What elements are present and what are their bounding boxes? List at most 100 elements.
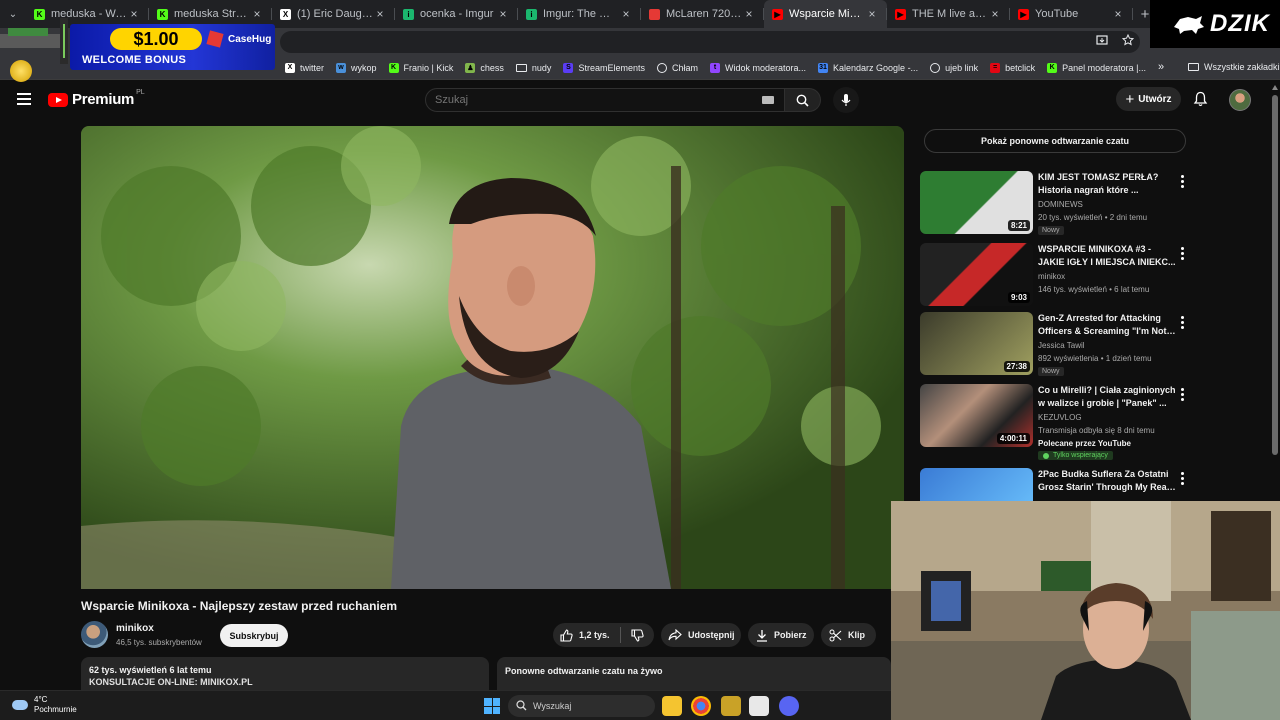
casehug-logo-icon	[206, 30, 224, 48]
recommended-title-line: KIM JEST TOMASZ PERŁA?	[1038, 172, 1159, 182]
more-options-icon[interactable]	[1181, 175, 1184, 188]
like-button[interactable]: 1,2 tys.	[560, 628, 610, 642]
windows-start-icon[interactable]	[484, 698, 500, 714]
recommended-channel[interactable]: minikox	[1038, 272, 1065, 281]
install-app-icon[interactable]	[1096, 34, 1108, 49]
voice-search-button[interactable]	[833, 87, 859, 113]
bookmark-item[interactable]: Chłam	[656, 62, 698, 73]
bookmark-item[interactable]: ujeb link	[930, 62, 978, 73]
bookmark-item[interactable]: S StreamElements	[563, 62, 645, 73]
search-button[interactable]	[785, 88, 821, 112]
close-tab-icon[interactable]: ×	[865, 7, 879, 21]
recommended-channel[interactable]: Jessica Tawil	[1038, 341, 1085, 350]
close-tab-icon[interactable]: ×	[496, 7, 510, 21]
download-icon	[757, 629, 767, 642]
subscribe-button[interactable]: Subskrybuj	[220, 624, 288, 647]
menu-icon[interactable]	[17, 93, 31, 105]
address-bar[interactable]	[280, 31, 1140, 53]
weather-widget[interactable]: 4°C Pochmurnie	[12, 695, 77, 715]
video-thumbnail[interactable]: 4:00:11	[920, 384, 1033, 447]
recommended-title[interactable]: KIM JEST TOMASZ PERŁA? Historia nagrań kt…	[1038, 171, 1176, 197]
channel-avatar[interactable]	[81, 621, 108, 648]
bookmark-favicon-icon: =	[990, 62, 1001, 73]
close-tab-icon[interactable]: ×	[742, 7, 756, 21]
all-bookmarks-folder[interactable]: Wszystkie zakładki	[1188, 62, 1280, 72]
recommended-by-youtube: Polecane przez YouTube	[1038, 439, 1131, 448]
video-player[interactable]	[81, 126, 904, 589]
recommended-channel[interactable]: KEZUVLOG	[1038, 413, 1082, 422]
chrome-icon[interactable]	[691, 696, 711, 716]
live-chat-replay-panel[interactable]: Ponowne odtwarzanie czatu na żywo	[497, 657, 891, 691]
bookmark-star-icon[interactable]	[1121, 33, 1135, 49]
keyboard-icon[interactable]	[762, 96, 774, 104]
bookmark-item[interactable]: w wykop	[336, 62, 377, 73]
close-tab-icon[interactable]: ×	[373, 7, 387, 21]
bookmark-item[interactable]: = betclick	[990, 62, 1035, 73]
video-thumbnail[interactable]: 27:38	[920, 312, 1033, 375]
more-options-icon[interactable]	[1181, 316, 1184, 329]
recommended-video[interactable]: 4:00:11 Co u Mirelli? | Ciała zaginionych…	[920, 384, 1190, 460]
discord-icon[interactable]	[779, 696, 799, 716]
browser-tab[interactable]: ▶ YouTube ×	[1010, 0, 1133, 28]
close-tab-icon[interactable]: ×	[988, 7, 1002, 21]
obs-icon[interactable]	[749, 696, 769, 716]
video-duration: 27:38	[1003, 361, 1030, 372]
scroll-up-icon[interactable]	[1272, 85, 1278, 90]
logo-text: Premium	[72, 91, 135, 108]
members-only-badge: Tylko wspierający	[1038, 451, 1113, 460]
scrollbar-thumb[interactable]	[1272, 95, 1278, 455]
recommended-channel[interactable]: DOMINEWS	[1038, 200, 1083, 209]
recommended-video[interactable]: 27:38 Gen-Z Arrested for Attacking Officer…	[920, 312, 1190, 376]
app-icon[interactable]	[721, 696, 741, 716]
video-thumbnail[interactable]: 9:03	[920, 243, 1033, 306]
channel-name[interactable]: minikox	[116, 623, 154, 634]
more-options-icon[interactable]	[1181, 247, 1184, 260]
ad-banner[interactable]: $1.00 WELCOME BONUS CaseHug	[70, 24, 275, 70]
tab-favicon-icon	[649, 8, 660, 20]
dislike-button[interactable]	[630, 628, 650, 642]
create-button[interactable]: + Utwórz	[1116, 87, 1181, 111]
bookmark-item[interactable]: Xtwitter	[285, 62, 324, 73]
bookmarks-overflow-button[interactable]: »	[1158, 61, 1164, 73]
video-thumbnail[interactable]: 8:21	[920, 171, 1033, 234]
bookmark-favicon-icon: K	[388, 62, 399, 73]
recommended-title[interactable]: 2Pac Budka Suflera Za Ostatni Grosz Stari…	[1038, 468, 1176, 494]
browser-tab[interactable]: i ocenka - Imgur ×	[395, 0, 518, 28]
views-and-date: 62 tys. wyświetleń 6 lat temu	[89, 665, 212, 675]
taskbar-search[interactable]: Wyszukaj	[508, 695, 655, 717]
file-explorer-icon[interactable]	[662, 696, 682, 716]
browser-tab[interactable]: McLaren 720S Coupe×	[641, 0, 764, 28]
recommended-title[interactable]: WSPARCIE MINIKOXA #3 - JAKIE IGŁY I MIEJS…	[1038, 243, 1176, 269]
browser-tab[interactable]: X (1) Eric Daugherty w×	[272, 0, 395, 28]
bookmark-item[interactable]: nudy	[515, 63, 551, 73]
bookmark-item[interactable]: K Franio | Kick	[388, 62, 453, 73]
close-tab-icon[interactable]: ×	[1111, 7, 1125, 21]
browser-tab[interactable]: ▶ Wsparcie Minikoxa -×	[764, 0, 887, 28]
show-chat-replay-button[interactable]: Pokaż ponowne odtwarzanie czatu	[924, 129, 1186, 153]
more-options-icon[interactable]	[1181, 472, 1184, 485]
recommended-video[interactable]: 8:21 KIM JEST TOMASZ PERŁA? Historia nagra…	[920, 171, 1190, 235]
youtube-logo[interactable]: Premium PL	[48, 89, 145, 108]
browser-tab[interactable]: i Imgur: The magic of t×	[518, 0, 641, 28]
bookmark-label: wykop	[351, 62, 377, 73]
clip-button[interactable]: Klip	[821, 623, 876, 647]
recommended-title[interactable]: Co u Mirelli? | Ciała zaginionych w waliz…	[1038, 384, 1176, 410]
description-text: KONSULTACJE ON-LINE: MINIKOX.PL	[89, 677, 253, 687]
bookmark-item[interactable]: ♟ chess	[465, 62, 504, 73]
bookmark-item[interactable]: K Panel moderatora |...	[1047, 62, 1146, 73]
bookmark-item[interactable]: t Widok moderatora...	[709, 62, 806, 73]
bookmark-favicon-icon: S	[563, 62, 574, 73]
bookmark-item[interactable]: 31 Kalendarz Google -...	[818, 62, 918, 73]
share-button[interactable]: Udostępnij	[661, 623, 741, 647]
close-tab-icon[interactable]: ×	[619, 7, 633, 21]
more-options-icon[interactable]	[1181, 388, 1184, 401]
clip-label: Klip	[848, 630, 865, 640]
recommended-video[interactable]: 9:03 WSPARCIE MINIKOXA #3 - JAKIE IGŁY I M…	[920, 243, 1190, 307]
notifications-button[interactable]	[1193, 91, 1208, 112]
description-box[interactable]: 62 tys. wyświetleń 6 lat temu KONSULTACJ…	[81, 657, 489, 691]
account-avatar[interactable]	[1229, 89, 1251, 111]
search-input[interactable]	[435, 94, 735, 106]
recommended-title[interactable]: Gen-Z Arrested for Attacking Officers & S…	[1038, 312, 1176, 338]
browser-tab[interactable]: ▶ THE M live at FESTIV×	[887, 0, 1010, 28]
download-button[interactable]: Pobierz	[748, 623, 814, 647]
